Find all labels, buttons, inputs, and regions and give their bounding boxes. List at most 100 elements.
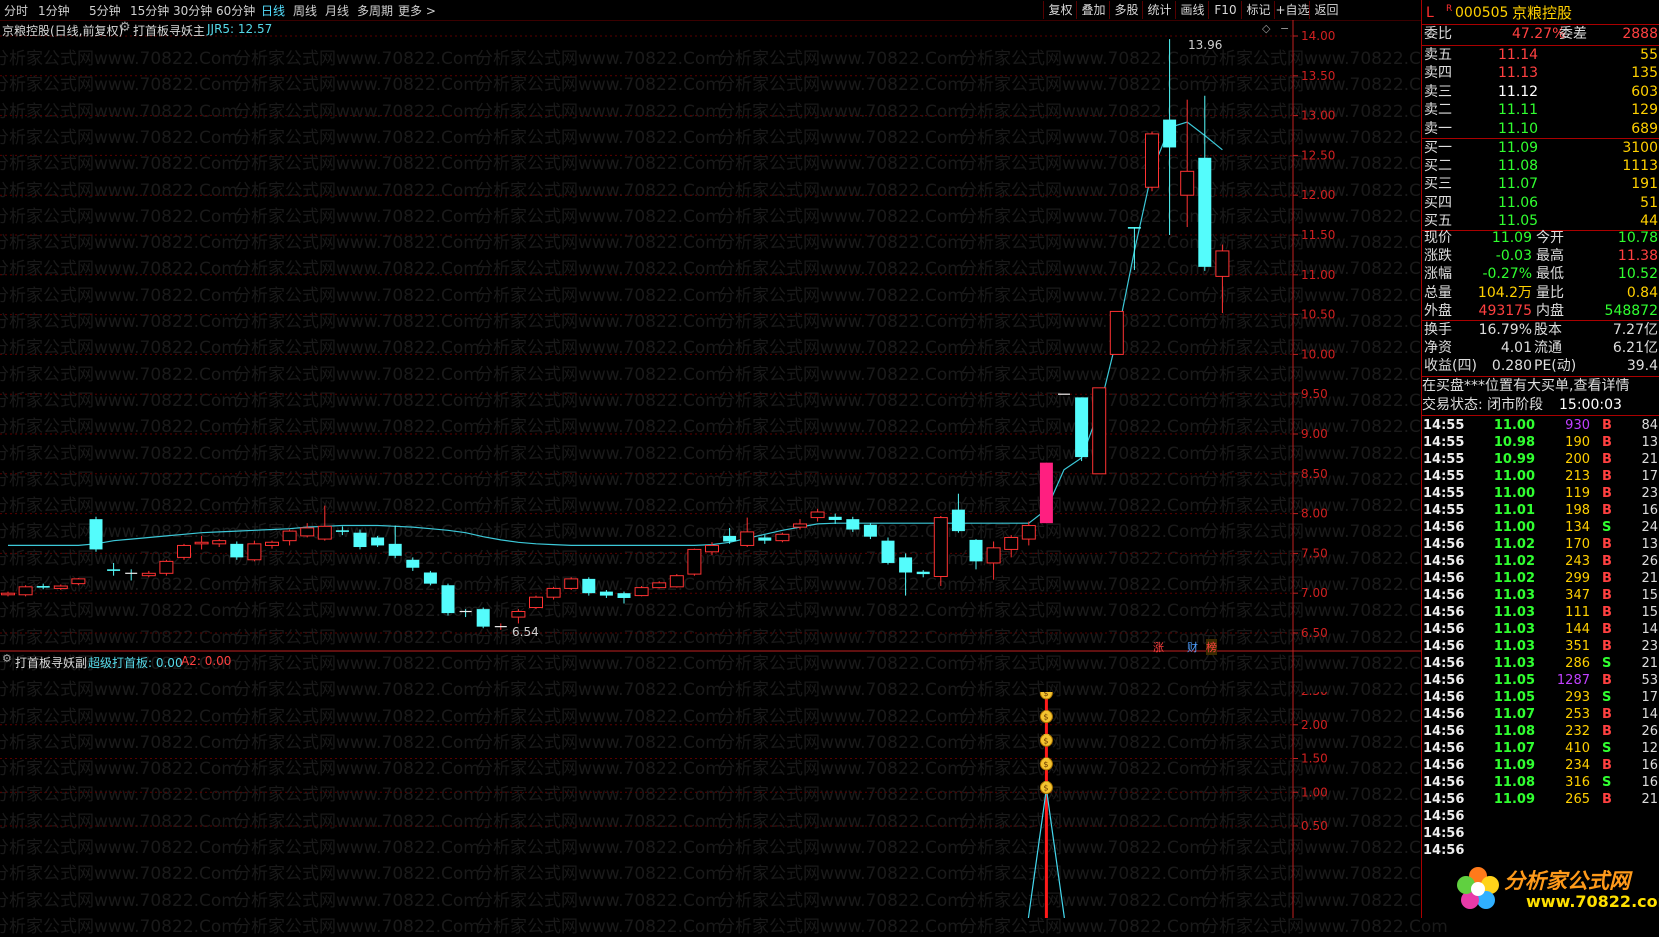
main-indicator-name[interactable]: 打首板寻妖主 [133,22,205,39]
candle[interactable] [687,548,702,576]
diamond-icon[interactable]: ◇ [1262,22,1270,35]
candle[interactable] [1039,462,1053,524]
candle[interactable] [476,607,490,629]
candle[interactable] [230,541,244,560]
period-multi[interactable]: 多周期 [357,2,393,19]
overlay-button[interactable]: 叠加 [1076,1,1110,19]
candle[interactable] [511,609,526,624]
event-tag-limit-up[interactable]: 涨 [1153,639,1164,655]
candle[interactable] [669,574,684,588]
minus-icon[interactable]: − [1280,22,1289,35]
candle[interactable] [371,535,385,548]
period-fenshi[interactable]: 分时 [4,2,28,19]
candle[interactable] [423,570,437,586]
candle[interactable] [494,623,507,630]
candle[interactable] [1021,521,1036,546]
sub-indicator-chart[interactable]: 2.50 2.00 1.50 1.00 0.50 $ $ $ $ $ [0,692,1421,918]
period-15min[interactable]: 15分钟 [130,2,169,19]
candle[interactable] [159,559,174,576]
period-daily[interactable]: 日线 [261,2,285,19]
draw-line-button[interactable]: 画线 [1175,1,1209,19]
sub-settings-icon[interactable]: ⚙ [2,652,12,665]
candle[interactable] [194,535,209,550]
candle[interactable] [986,541,1001,580]
period-monthly[interactable]: 月线 [325,2,349,19]
period-5min[interactable]: 5分钟 [89,2,121,19]
candle[interactable] [775,532,790,543]
candle[interactable] [1180,99,1195,228]
candle[interactable] [846,516,860,532]
candle[interactable] [582,577,596,596]
notice-row[interactable]: 在买盘***位置有大买单,查看详情 [1422,377,1659,396]
period-60min[interactable]: 60分钟 [216,2,255,19]
candle[interactable] [282,529,297,546]
candle[interactable] [1,591,15,597]
candle[interactable] [564,577,579,591]
candle[interactable] [212,539,227,548]
candle[interactable] [1163,39,1177,235]
restore-rights-button[interactable]: 复权 [1043,1,1077,19]
candle[interactable] [740,517,755,548]
candle[interactable] [599,590,613,598]
period-more[interactable]: 更多 > [398,2,436,19]
candle[interactable] [89,516,103,552]
statistics-button[interactable]: 统计 [1142,1,1176,19]
multi-stock-button[interactable]: 多股 [1109,1,1143,19]
candle[interactable] [36,583,50,590]
event-tag-finance[interactable]: 财 [1187,639,1198,655]
candle[interactable] [353,529,367,550]
period-weekly[interactable]: 周线 [293,2,317,19]
candle[interactable] [317,505,332,541]
f10-button[interactable]: F10 [1208,1,1242,19]
candle[interactable] [933,515,948,587]
candle[interactable] [406,557,420,571]
candle[interactable] [758,535,772,544]
candle[interactable] [529,595,543,610]
candle[interactable] [1004,535,1019,558]
candle[interactable] [53,584,68,591]
candle[interactable] [1075,397,1089,462]
candle[interactable] [441,583,455,616]
candle[interactable] [881,537,895,565]
candle[interactable] [18,585,33,597]
candle[interactable] [617,591,631,604]
candle[interactable] [828,513,842,524]
candle[interactable] [916,570,930,578]
candle[interactable] [546,586,561,600]
candle[interactable] [247,540,262,562]
candle[interactable] [969,539,983,570]
candle[interactable] [107,562,121,576]
candle[interactable] [863,523,877,540]
candle[interactable] [810,508,825,522]
big-order-notice[interactable]: 在买盘***位置有大买单,查看详情 [1422,377,1629,396]
candle[interactable] [125,569,138,581]
candle[interactable] [723,527,737,544]
event-tag-billboard[interactable]: 榜 [1206,639,1217,655]
indicator-settings-icon[interactable]: ⚙ [119,20,131,35]
sub-indicator-name[interactable]: 打首板寻妖副 [15,654,87,671]
candle[interactable] [1127,227,1141,271]
back-button[interactable]: 返回 [1309,1,1343,19]
candle[interactable] [388,525,402,559]
candle[interactable] [951,493,965,533]
candle[interactable] [459,609,472,618]
candle[interactable] [1109,310,1124,355]
candle[interactable] [1092,387,1107,475]
candle[interactable] [1198,95,1212,271]
candle[interactable] [1215,244,1230,314]
main-candlestick-chart[interactable]: 14.00 13.50 13.00 12.50 12.00 11.50 11.00 10.50… [0,20,1421,692]
period-1min[interactable]: 1分钟 [38,2,70,19]
mark-button[interactable]: 标记 [1241,1,1275,19]
candle[interactable] [71,578,86,586]
candle[interactable] [141,570,156,578]
candle[interactable] [265,540,279,549]
candle[interactable] [1145,131,1159,192]
period-30min[interactable]: 30分钟 [173,2,212,19]
candle[interactable] [177,543,191,560]
candle[interactable] [652,581,667,589]
candle[interactable] [300,523,315,538]
candle[interactable] [335,526,349,536]
add-watchlist-button[interactable]: +自选 [1274,1,1310,19]
candle[interactable] [899,553,913,596]
candle[interactable] [634,586,649,597]
